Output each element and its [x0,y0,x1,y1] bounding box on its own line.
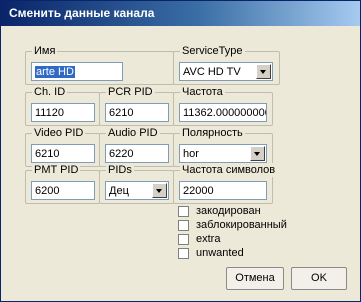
checkbox-label: unwanted [196,247,244,259]
pids-select[interactable]: Дец [105,181,169,200]
audio-pid-label: Audio PID [106,126,160,140]
checkbox-label: заблокированный [196,219,287,231]
chevron-down-icon[interactable] [256,64,271,79]
checkbox-label: extra [196,233,221,245]
polarity-label: Полярность [180,126,245,140]
pmt-pid-label: PMT PID [32,163,81,177]
polarity-select[interactable]: hor [179,144,267,163]
checkbox-label: закодирован [196,205,261,217]
cancel-button[interactable]: Отмена [226,267,284,290]
service-type-select[interactable]: AVC HD TV [179,62,273,81]
name-group: Имя arte HD [25,44,174,85]
pids-label: PIDs [106,163,134,177]
ch-id-label: Ch. ID [32,85,68,99]
pcr-pid-input[interactable]: 6210 [105,103,169,122]
pcr-pid-group: PCR PID 6210 [99,85,174,126]
pcr-pid-label: PCR PID [106,85,155,99]
polarity-group: Полярность hor [173,126,273,167]
name-input[interactable]: arte HD [31,62,123,81]
ok-button[interactable]: OK [291,267,347,290]
service-type-group: ServiceType AVC HD TV [173,44,280,85]
frequency-group: Частота 11362.000000000 [173,85,273,126]
title-bar[interactable]: Сменить данные канала [1,1,360,26]
symbol-rate-label: Частота символов [180,163,278,177]
dialog-window: Сменить данные канала Имя arte HD Servic… [0,0,361,302]
service-type-label: ServiceType [180,44,245,58]
audio-pid-group: Audio PID 6220 [99,126,174,167]
checkbox-box[interactable] [178,220,189,231]
symbol-rate-group: Частота символов 22000 [173,163,278,204]
ch-id-group: Ch. ID 11120 [25,85,100,126]
audio-pid-input[interactable]: 6220 [105,144,169,163]
pids-group: PIDs Дец [99,163,174,204]
ch-id-input[interactable]: 11120 [31,103,95,122]
frequency-input[interactable]: 11362.000000000 [179,103,267,122]
checkbox-box[interactable] [178,234,189,245]
pmt-pid-input[interactable]: 6200 [31,181,95,200]
window-title: Сменить данные канала [9,6,155,20]
symbol-rate-input[interactable]: 22000 [179,181,267,200]
chevron-down-icon[interactable] [250,146,265,161]
name-label: Имя [32,44,58,58]
checkbox-box[interactable] [178,206,189,217]
checkbox-box[interactable] [178,248,189,259]
video-pid-group: Video PID 6210 [25,126,100,167]
chevron-down-icon[interactable] [152,183,167,198]
frequency-label: Частота [180,85,225,99]
video-pid-label: Video PID [32,126,86,140]
video-pid-input[interactable]: 6210 [31,144,95,163]
pmt-pid-group: PMT PID 6200 [25,163,100,204]
